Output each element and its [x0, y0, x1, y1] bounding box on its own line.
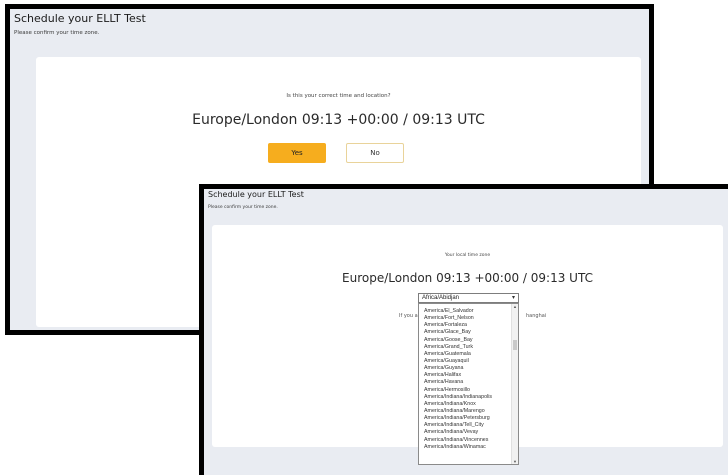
timezone-select[interactable]: Africa/Abidjan ▾ — [418, 293, 519, 303]
chevron-down-icon: ▾ — [511, 295, 515, 301]
dropdown-option[interactable]: America/El_Salvador — [419, 308, 512, 315]
page-subtitle: Please confirm your time zone. — [208, 205, 278, 210]
helper-text-right: hanghai — [526, 313, 547, 319]
dropdown-option[interactable]: America/Guyana — [419, 365, 512, 372]
dropdown-option[interactable]: America/Halifax — [419, 372, 512, 379]
dropdown-option[interactable]: America/Fort_Nelson — [419, 315, 512, 322]
timezone-select-value: Africa/Abidjan — [422, 295, 460, 301]
dropdown-scrollbar[interactable]: ▲ ▼ — [511, 304, 518, 464]
dropdown-option[interactable]: America/Hermosillo — [419, 387, 512, 394]
dropdown-option[interactable]: America/Indiana/Winamac — [419, 444, 512, 451]
timezone-option-list: America/El_Salvador America/Fort_Nelson Am… — [419, 304, 512, 451]
dropdown-option[interactable]: America/Fortaleza — [419, 322, 512, 329]
dropdown-option[interactable]: America/Goose_Bay — [419, 337, 512, 344]
local-timezone-prompt: Your local time zone — [444, 253, 491, 258]
dropdown-option[interactable]: America/Guatemala — [419, 351, 512, 358]
dropdown-option[interactable]: America/Indiana/Vincennes — [419, 437, 512, 444]
dropdown-option[interactable]: America/Indiana/Tell_City — [419, 422, 512, 429]
dropdown-option[interactable]: America/Guayaquil — [419, 358, 512, 365]
scroll-up-icon[interactable]: ▲ — [512, 304, 518, 309]
dropdown-option[interactable]: America/Indiana/Marengo — [419, 408, 512, 415]
scroll-down-icon[interactable]: ▼ — [512, 459, 518, 464]
timezone-dropdown-list[interactable]: America/El_Salvador America/Fort_Nelson Am… — [418, 303, 519, 465]
timezone-display: Europe/London 09:13 +00:00 / 09:13 UTC — [342, 271, 593, 285]
dropdown-option[interactable]: America/Grand_Turk — [419, 344, 512, 351]
dropdown-option[interactable]: America/Havana — [419, 379, 512, 386]
page-subtitle: Please confirm your time zone. — [14, 30, 100, 36]
timezone-question: Is this your correct time and location? — [286, 93, 391, 99]
dropdown-option[interactable]: America/Indiana/Knox — [419, 401, 512, 408]
yes-button[interactable]: Yes — [268, 143, 326, 163]
select-window: Schedule your ELLT Test Please confirm y… — [204, 189, 728, 475]
no-button[interactable]: No — [346, 143, 404, 163]
scrollbar-thumb[interactable] — [513, 340, 517, 350]
dropdown-option[interactable]: America/Glace_Bay — [419, 329, 512, 336]
dropdown-option[interactable]: America/Indiana/Vevay — [419, 429, 512, 436]
screenshot-select-timezone: Schedule your ELLT Test Please confirm y… — [199, 184, 728, 475]
dropdown-option[interactable]: America/Indiana/Petersburg — [419, 415, 512, 422]
dropdown-option[interactable]: America/Indiana/Indianapolis — [419, 394, 512, 401]
timezone-display: Europe/London 09:13 +00:00 / 09:13 UTC — [192, 112, 485, 128]
page-title: Schedule your ELLT Test — [14, 12, 146, 25]
helper-text-left: If you ar — [399, 313, 420, 319]
page-title: Schedule your ELLT Test — [208, 190, 304, 199]
